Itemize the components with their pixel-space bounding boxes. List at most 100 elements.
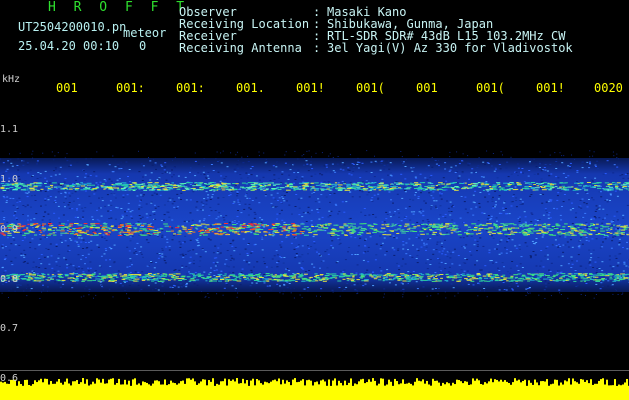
noise-speck <box>118 285 121 287</box>
signal-streak <box>587 232 592 234</box>
noise-speck <box>487 162 490 164</box>
signal-streak <box>542 182 547 184</box>
noise-speck <box>492 287 495 289</box>
noise-speck <box>236 296 238 298</box>
noise-speck <box>622 270 625 272</box>
signal-streak <box>546 231 549 233</box>
noise-speck <box>179 254 182 256</box>
noise-speck <box>301 297 303 299</box>
noise-speck <box>471 168 474 170</box>
noise-speck <box>181 266 184 268</box>
noise-speck <box>444 216 447 218</box>
noise-speck <box>307 274 310 276</box>
noise-speck <box>472 214 475 216</box>
noise-speck <box>250 269 253 271</box>
signal-streak <box>106 227 110 229</box>
signal-streak <box>334 234 338 236</box>
noise-speck <box>253 266 255 268</box>
signal-streak <box>121 182 127 184</box>
noise-speck <box>601 285 604 287</box>
signal-streak <box>125 228 129 230</box>
noise-speck <box>362 252 365 254</box>
noise-speck <box>354 289 357 291</box>
noise-speck <box>193 259 195 261</box>
signal-streak <box>69 233 74 235</box>
noise-speck <box>60 185 63 186</box>
signal-streak <box>426 233 429 235</box>
noise-speck <box>96 209 98 211</box>
signal-streak <box>94 234 100 236</box>
noise-speck <box>72 265 75 267</box>
noise-speck <box>109 265 112 267</box>
noise-speck <box>412 271 415 272</box>
signal-streak <box>279 183 282 185</box>
signal-streak <box>200 185 206 187</box>
noise-speck <box>189 199 192 201</box>
signal-streak <box>367 225 373 227</box>
signal-streak <box>548 278 552 280</box>
noise-speck <box>237 201 240 203</box>
noise-speck <box>588 249 591 251</box>
noise-speck <box>296 232 299 234</box>
noise-speck <box>318 201 321 203</box>
signal-streak <box>30 189 36 191</box>
noise-speck <box>557 192 560 194</box>
noise-speck <box>380 160 383 162</box>
noise-speck <box>210 225 213 227</box>
noise-speck <box>294 206 297 207</box>
noise-speck <box>64 196 67 198</box>
noise-speck <box>548 212 551 214</box>
signal-streak <box>499 188 504 190</box>
noise-speck <box>290 288 292 290</box>
signal-streak <box>450 232 454 234</box>
noise-speck <box>8 297 9 298</box>
noise-speck <box>263 152 265 154</box>
noise-speck <box>276 218 279 220</box>
signal-streak <box>436 227 439 228</box>
noise-speck <box>429 232 432 234</box>
noise-speck <box>62 214 65 216</box>
noise-speck <box>26 295 28 297</box>
noise-speck <box>68 202 71 203</box>
signal-streak <box>28 231 32 233</box>
noise-speck <box>556 195 559 197</box>
noise-speck <box>579 200 582 201</box>
noise-speck <box>518 216 521 218</box>
signal-streak <box>77 224 83 226</box>
noise-speck <box>437 258 439 259</box>
signal-streak <box>287 227 291 229</box>
noise-speck <box>607 228 610 230</box>
noise-speck <box>540 170 543 172</box>
noise-speck <box>10 162 13 164</box>
noise-speck <box>320 276 323 278</box>
noise-speck <box>398 212 401 214</box>
signal-streak <box>413 226 417 228</box>
noise-speck <box>251 282 254 284</box>
signal-streak <box>44 183 47 184</box>
signal-streak <box>347 230 350 232</box>
noise-speck <box>345 201 348 203</box>
noise-speck <box>178 241 181 243</box>
noise-speck <box>225 215 228 217</box>
noise-speck <box>6 196 9 198</box>
noise-speck <box>426 268 429 270</box>
noise-speck <box>337 156 339 157</box>
noise-speck <box>51 267 54 269</box>
noise-speck <box>77 245 80 247</box>
noise-speck <box>446 200 449 202</box>
noise-speck <box>461 160 463 162</box>
noise-speck <box>280 209 283 211</box>
signal-streak <box>126 232 131 233</box>
noise-speck <box>419 173 422 175</box>
noise-speck <box>404 191 407 193</box>
noise-speck <box>448 250 451 252</box>
noise-speck <box>206 197 209 199</box>
noise-speck <box>559 272 562 274</box>
noise-speck <box>178 269 181 271</box>
signal-streak <box>286 185 290 187</box>
noise-speck <box>339 242 342 244</box>
signal-streak <box>333 224 338 226</box>
noise-speck <box>228 222 231 224</box>
noise-speck <box>593 218 596 220</box>
noise-speck <box>42 289 44 291</box>
